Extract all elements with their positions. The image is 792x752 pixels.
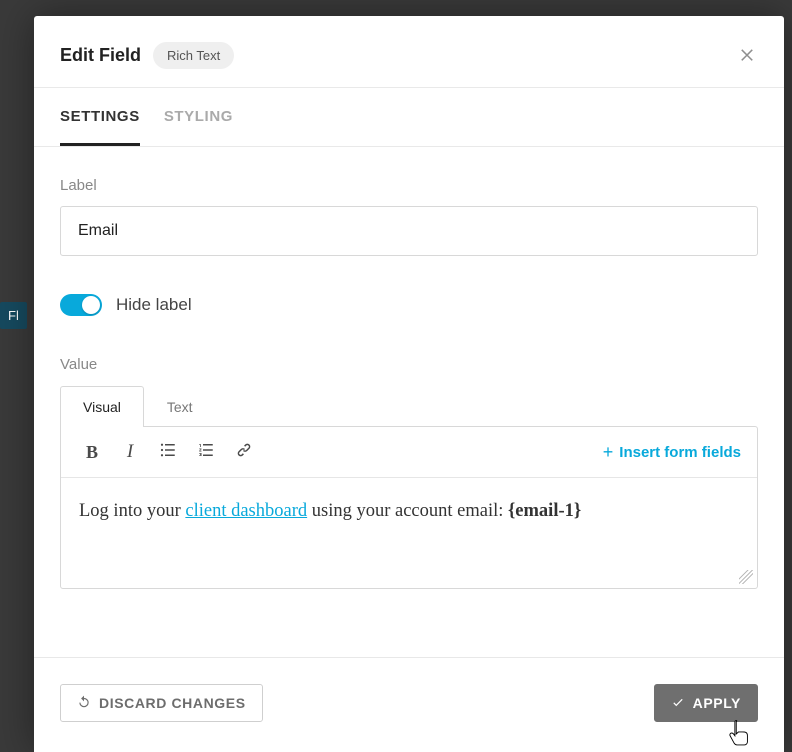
modal-footer: DISCARD CHANGES APPLY [34, 657, 784, 752]
hide-label-text: Hide label [116, 295, 192, 315]
label-caption: Label [60, 177, 758, 194]
editor-subtabs: Visual Text [60, 385, 758, 426]
plus-icon: + [603, 442, 614, 463]
tab-settings[interactable]: SETTINGS [60, 88, 140, 146]
italic-button[interactable]: I [115, 437, 145, 467]
modal-title: Edit Field [60, 45, 141, 66]
background-fragment: Fl [0, 302, 27, 329]
modal-backdrop: Fl Edit Field Rich Text SETTINGS STYLING… [0, 0, 792, 752]
discard-label: DISCARD CHANGES [99, 695, 246, 711]
edit-field-modal: Edit Field Rich Text SETTINGS STYLING La… [34, 16, 784, 752]
discard-changes-button[interactable]: DISCARD CHANGES [60, 684, 263, 722]
editor-content[interactable]: Log into your client dashboard using you… [61, 478, 757, 588]
content-prefix: Log into your [79, 501, 185, 521]
bold-button[interactable]: B [77, 437, 107, 467]
hide-label-toggle[interactable] [60, 294, 102, 316]
link-button[interactable] [229, 437, 259, 467]
rich-text-editor: B I [60, 426, 758, 589]
close-button[interactable] [736, 45, 758, 67]
content-middle: using your account email: [307, 501, 508, 521]
apply-label: APPLY [693, 695, 741, 711]
ordered-list-icon [197, 441, 215, 464]
editor-toolbar: B I [61, 427, 757, 478]
link-icon [235, 441, 253, 464]
ordered-list-button[interactable] [191, 437, 221, 467]
subtab-text[interactable]: Text [144, 386, 216, 427]
tab-styling[interactable]: STYLING [164, 88, 233, 146]
label-input[interactable] [60, 206, 758, 256]
content-link[interactable]: client dashboard [185, 501, 307, 521]
field-type-chip: Rich Text [153, 42, 234, 69]
apply-button[interactable]: APPLY [654, 684, 758, 722]
close-icon [738, 43, 756, 69]
insert-form-fields-button[interactable]: + Insert form fields [603, 442, 741, 463]
content-merge-tag: {email-1} [508, 501, 581, 521]
bullet-list-icon [159, 441, 177, 464]
subtab-visual[interactable]: Visual [60, 386, 144, 427]
insert-form-fields-label: Insert form fields [619, 444, 741, 461]
hide-label-row: Hide label [60, 294, 758, 316]
value-caption: Value [60, 356, 758, 373]
modal-body: Label Hide label Value Visual Text B I [34, 147, 784, 657]
undo-icon [77, 695, 91, 712]
bullet-list-button[interactable] [153, 437, 183, 467]
modal-header: Edit Field Rich Text [34, 16, 784, 88]
main-tabs: SETTINGS STYLING [34, 88, 784, 147]
check-icon [671, 695, 685, 712]
resize-handle[interactable] [739, 570, 753, 584]
